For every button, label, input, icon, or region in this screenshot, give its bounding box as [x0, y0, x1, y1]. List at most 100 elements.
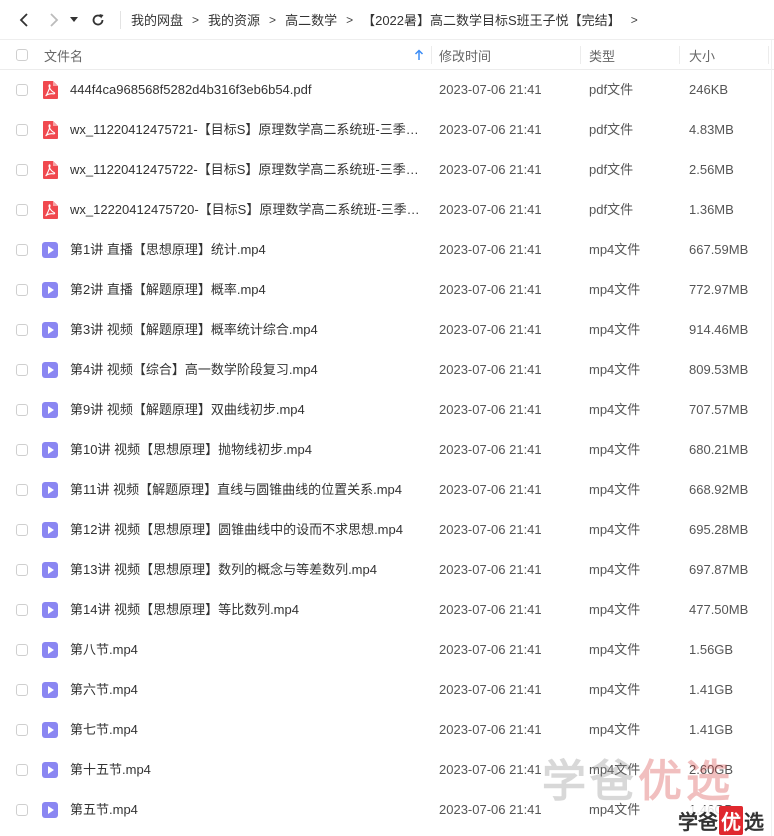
- breadcrumb: 我的网盘 > 我的资源 > 高二数学 > 【2022暑】高二数学目标S班王子悦【…: [131, 10, 647, 29]
- video-icon: [42, 602, 58, 618]
- file-name[interactable]: 第13讲 视频【思想原理】数列的概念与等差数列.mp4: [70, 550, 420, 590]
- row-checkbox[interactable]: [16, 124, 28, 136]
- table-row[interactable]: 第13讲 视频【思想原理】数列的概念与等差数列.mp4 2023-07-06 21…: [0, 550, 774, 590]
- row-checkbox[interactable]: [16, 284, 28, 296]
- row-checkbox[interactable]: [16, 324, 28, 336]
- table-row[interactable]: 444f4ca968568f5282d4b316f3eb6b54.pdf 2023…: [0, 70, 774, 110]
- modified-time: 2023-07-06 21:41: [439, 442, 542, 457]
- column-header-name[interactable]: 文件名: [44, 40, 83, 70]
- table-row[interactable]: 第2讲 直播【解题原理】概率.mp4 2023-07-06 21:41 mp4文件 7…: [0, 270, 774, 310]
- file-name[interactable]: 第10讲 视频【思想原理】抛物线初步.mp4: [70, 430, 420, 470]
- file-name[interactable]: 第11讲 视频【解题原理】直线与圆锥曲线的位置关系.mp4: [70, 470, 420, 510]
- table-row[interactable]: 第十五节.mp4 2023-07-06 21:41 mp4文件 2.60GB: [0, 750, 774, 790]
- column-divider[interactable]: [431, 46, 432, 64]
- file-list: 444f4ca968568f5282d4b316f3eb6b54.pdf 2023…: [0, 70, 774, 830]
- table-row[interactable]: 第八节.mp4 2023-07-06 21:41 mp4文件 1.56GB: [0, 630, 774, 670]
- row-checkbox[interactable]: [16, 724, 28, 736]
- file-name[interactable]: 第1讲 直播【思想原理】统计.mp4: [70, 230, 420, 270]
- row-checkbox[interactable]: [16, 364, 28, 376]
- file-name[interactable]: 第14讲 视频【思想原理】等比数列.mp4: [70, 590, 420, 630]
- modified-time: 2023-07-06 21:41: [439, 162, 542, 177]
- file-name[interactable]: 第十五节.mp4: [70, 750, 420, 790]
- table-row[interactable]: 第3讲 视频【解题原理】概率统计综合.mp4 2023-07-06 21:41 mp…: [0, 310, 774, 350]
- row-checkbox[interactable]: [16, 484, 28, 496]
- history-dropdown-button[interactable]: [66, 8, 82, 32]
- select-all-checkbox[interactable]: [16, 49, 28, 61]
- scrollbar-track[interactable]: [771, 40, 772, 836]
- modified-time: 2023-07-06 21:41: [439, 802, 542, 817]
- column-divider[interactable]: [679, 46, 680, 64]
- modified-time: 2023-07-06 21:41: [439, 322, 542, 337]
- row-checkbox[interactable]: [16, 764, 28, 776]
- breadcrumb-item-current[interactable]: 【2022暑】高二数学目标S班王子悦【完结】: [362, 10, 621, 29]
- row-checkbox[interactable]: [16, 684, 28, 696]
- file-type: mp4文件: [589, 402, 641, 417]
- file-name[interactable]: 第9讲 视频【解题原理】双曲线初步.mp4: [70, 390, 420, 430]
- row-checkbox[interactable]: [16, 804, 28, 816]
- file-size: 914.46MB: [689, 322, 749, 337]
- file-name[interactable]: 第4讲 视频【综合】高一数学阶段复习.mp4: [70, 350, 420, 390]
- row-checkbox[interactable]: [16, 204, 28, 216]
- badge-text: 学爸: [678, 809, 718, 834]
- breadcrumb-item-resources[interactable]: 我的资源: [208, 10, 260, 29]
- file-type: pdf文件: [589, 82, 634, 97]
- file-name[interactable]: 第七节.mp4: [70, 710, 420, 750]
- file-size: 809.53MB: [689, 362, 749, 377]
- table-row[interactable]: 第11讲 视频【解题原理】直线与圆锥曲线的位置关系.mp4 2023-07-06 …: [0, 470, 774, 510]
- breadcrumb-item-root[interactable]: 我的网盘: [131, 10, 183, 29]
- file-name[interactable]: 第六节.mp4: [70, 670, 420, 710]
- row-checkbox[interactable]: [16, 644, 28, 656]
- row-checkbox[interactable]: [16, 604, 28, 616]
- file-type: mp4文件: [589, 442, 641, 457]
- row-checkbox[interactable]: [16, 164, 28, 176]
- table-row[interactable]: wx_11220412475722-【目标S】原理数学高二系统班-三季度-...…: [0, 150, 774, 190]
- column-header-size[interactable]: 大小: [689, 40, 715, 70]
- file-name[interactable]: 第3讲 视频【解题原理】概率统计综合.mp4: [70, 310, 420, 350]
- column-divider[interactable]: [580, 46, 581, 64]
- back-button[interactable]: [12, 8, 36, 32]
- table-row[interactable]: 第4讲 视频【综合】高一数学阶段复习.mp4 2023-07-06 21:41 mp…: [0, 350, 774, 390]
- table-row[interactable]: 第10讲 视频【思想原理】抛物线初步.mp4 2023-07-06 21:41 mp…: [0, 430, 774, 470]
- file-name[interactable]: wx_11220412475721-【目标S】原理数学高二系统班-三季度-...: [70, 110, 420, 150]
- table-row[interactable]: 第七节.mp4 2023-07-06 21:41 mp4文件 1.41GB: [0, 710, 774, 750]
- table-row[interactable]: 第五节.mp42023-07-06 21:41mp4文件1.46GB: [0, 790, 774, 830]
- file-size: 697.87MB: [689, 562, 749, 577]
- modified-time: 2023-07-06 21:41: [439, 482, 542, 497]
- table-row[interactable]: 第六节.mp4 2023-07-06 21:41 mp4文件 1.41GB: [0, 670, 774, 710]
- file-name[interactable]: 444f4ca968568f5282d4b316f3eb6b54.pdf: [70, 70, 420, 110]
- file-list-header: 文件名 修改时间 类型 大小: [0, 40, 774, 70]
- breadcrumb-item-subject[interactable]: 高二数学: [285, 10, 337, 29]
- table-row[interactable]: 第9讲 视频【解题原理】双曲线初步.mp4 2023-07-06 21:41 mp4…: [0, 390, 774, 430]
- file-name[interactable]: wx_12220412475720-【目标S】原理数学高二系统班-三季度-...: [70, 190, 420, 230]
- table-row[interactable]: wx_12220412475720-【目标S】原理数学高二系统班-三季度-...…: [0, 190, 774, 230]
- breadcrumb-expand-arrow[interactable]: >: [631, 13, 638, 27]
- file-name[interactable]: 第八节.mp4: [70, 630, 420, 670]
- column-header-modified[interactable]: 修改时间: [439, 40, 491, 70]
- row-checkbox[interactable]: [16, 404, 28, 416]
- modified-time: 2023-07-06 21:41: [439, 642, 542, 657]
- file-type: pdf文件: [589, 162, 634, 177]
- file-name[interactable]: 第2讲 直播【解题原理】概率.mp4: [70, 270, 420, 310]
- file-name[interactable]: 第五节.mp4: [70, 790, 420, 830]
- row-checkbox[interactable]: [16, 84, 28, 96]
- table-row[interactable]: 第1讲 直播【思想原理】统计.mp4 2023-07-06 21:41 mp4文件 6…: [0, 230, 774, 270]
- row-checkbox[interactable]: [16, 244, 28, 256]
- watermark-badge: 学爸优选: [674, 805, 768, 835]
- file-size: 668.92MB: [689, 482, 749, 497]
- table-row[interactable]: 第14讲 视频【思想原理】等比数列.mp4 2023-07-06 21:41 mp4…: [0, 590, 774, 630]
- sort-ascending-icon[interactable]: [414, 49, 424, 61]
- table-row[interactable]: wx_11220412475721-【目标S】原理数学高二系统班-三季度-...…: [0, 110, 774, 150]
- table-row[interactable]: 第12讲 视频【思想原理】圆锥曲线中的设而不求思想.mp4 2023-07-06 …: [0, 510, 774, 550]
- file-size: 1.56GB: [689, 642, 734, 657]
- file-name[interactable]: 第12讲 视频【思想原理】圆锥曲线中的设而不求思想.mp4: [70, 510, 420, 550]
- row-checkbox[interactable]: [16, 564, 28, 576]
- toolbar-divider: [120, 10, 121, 29]
- row-checkbox[interactable]: [16, 524, 28, 536]
- video-icon: [42, 402, 58, 418]
- column-header-type[interactable]: 类型: [589, 40, 615, 70]
- column-divider[interactable]: [768, 46, 769, 64]
- refresh-button[interactable]: [86, 8, 110, 32]
- row-checkbox[interactable]: [16, 444, 28, 456]
- file-name[interactable]: wx_11220412475722-【目标S】原理数学高二系统班-三季度-...: [70, 150, 420, 190]
- forward-button[interactable]: [42, 8, 66, 32]
